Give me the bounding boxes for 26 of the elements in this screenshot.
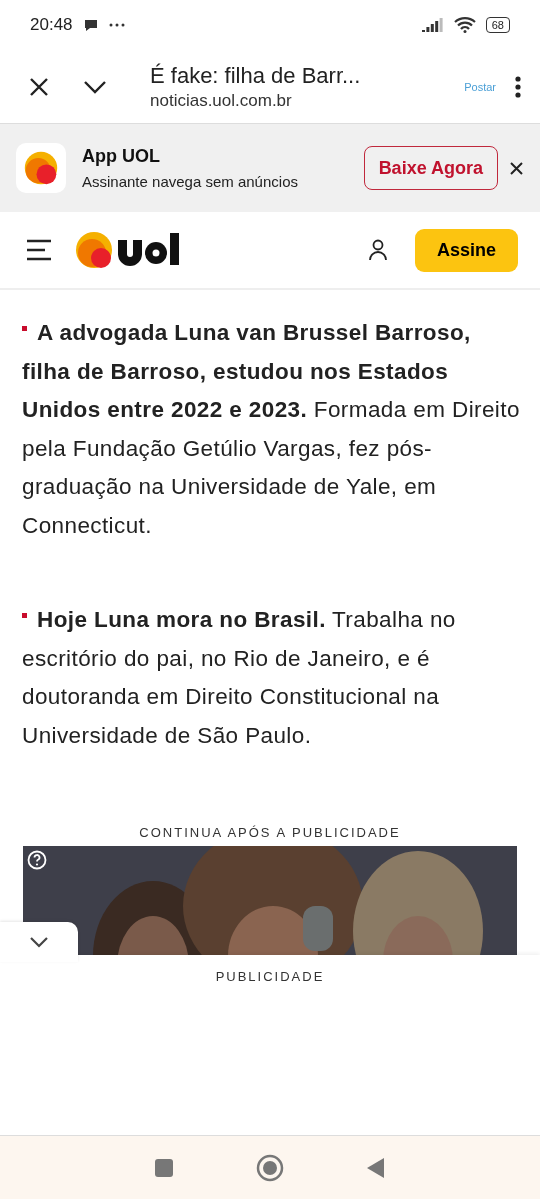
home-icon[interactable] — [256, 1153, 284, 1182]
article-paragraph: Hoje Luna mora no Brasil. Trabalha no escritório do pai, no Rio de Janeiro, e é doutoranda em Direito Constitucional na Universidade de São Paulo. — [22, 606, 457, 750]
chevron-down-icon — [29, 936, 49, 948]
battery-level: 68 — [485, 17, 510, 33]
chat-icon — [82, 18, 99, 32]
back-icon[interactable] — [366, 1156, 386, 1179]
recents-icon[interactable] — [154, 1157, 174, 1178]
subscribe-button[interactable]: Assine — [414, 228, 518, 272]
ad-sheet-label: PUBLICIDADE — [215, 969, 325, 985]
page-title: É fake: filha de Barr... — [150, 62, 361, 89]
article-paragraph: A advogada Luna van Brussel Barroso, filha de Barroso, estudou nos Estados Unidos entre 2022 e 2023. Formada em Direito pela Fundação Getúlio Vargas, fez pós-graduação na Universidade de Yale, em Connecticut. — [22, 319, 520, 540]
overflow-menu-button[interactable] — [512, 73, 524, 100]
logo-icon — [23, 150, 59, 186]
signal-icon — [421, 18, 444, 32]
menu-button[interactable] — [26, 237, 52, 263]
banner-subtitle: Assinante navega sem anúncios — [82, 173, 298, 190]
banner-title: App UOL — [82, 146, 161, 167]
page-url: noticias.uol.com.br — [150, 90, 293, 111]
status-time: 20:48 — [30, 15, 73, 35]
post-link[interactable]: Postar — [464, 80, 496, 93]
ad-label: CONTINUA APÓS A PUBLICIDADE — [138, 825, 402, 840]
download-button[interactable]: Baixe Agora — [363, 146, 498, 190]
collapse-button[interactable] — [0, 922, 78, 962]
help-icon[interactable] — [27, 850, 47, 870]
wifi-icon — [453, 17, 476, 33]
more-icon — [108, 23, 125, 27]
